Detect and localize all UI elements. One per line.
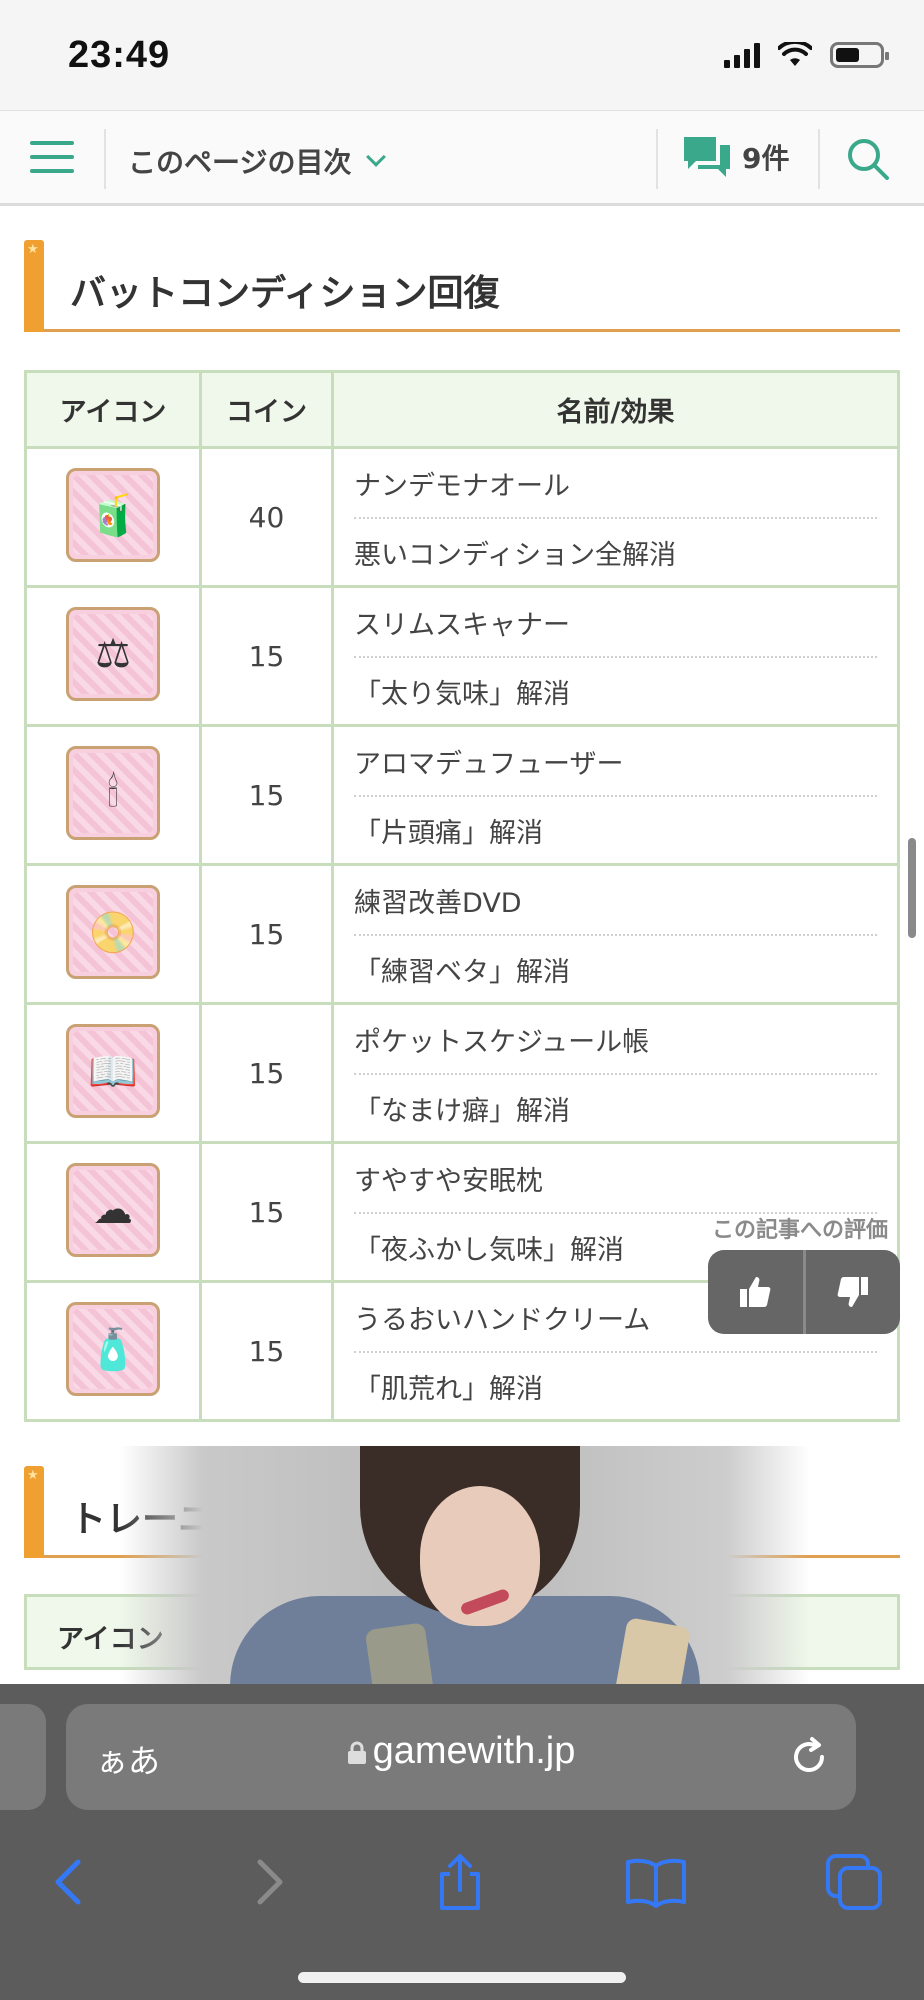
ad-banner-image[interactable]	[120, 1446, 810, 1686]
coin-value: 15	[199, 863, 334, 1005]
home-indicator	[298, 1972, 626, 1983]
item-effect: 「片頭痛」解消	[354, 818, 543, 849]
ad-phone-left	[364, 1622, 436, 1686]
effect-cell: ナンデモナオール 悪いコンディション全解消	[331, 446, 900, 588]
coin-value: 15	[199, 1002, 334, 1144]
browser-toolbar	[0, 1834, 924, 1944]
wifi-icon	[778, 42, 812, 66]
reload-icon[interactable]	[786, 1734, 832, 1780]
tabs-icon[interactable]	[822, 1850, 886, 1914]
effect-cell: アロマデュフューザー 「片頭痛」解消	[331, 724, 900, 866]
heading-accent-bar	[24, 240, 44, 332]
table-row: ⚖ 15 スリムスキャナー 「太り気味」解消	[24, 585, 900, 727]
toc-label: このページの目次	[128, 146, 352, 179]
cellular-signal-icon	[724, 42, 760, 68]
chevron-down-icon	[366, 147, 387, 167]
back-icon[interactable]	[38, 1850, 102, 1914]
item-effect: 「太り気味」解消	[354, 679, 570, 710]
forward-icon[interactable]	[236, 1850, 300, 1914]
icon-cell: 📀	[24, 863, 202, 1005]
coin-value: 15	[199, 724, 334, 866]
site-header: このページの目次 9件	[0, 110, 924, 206]
item-effect: 悪いコンディション全解消	[354, 540, 677, 571]
coin-value: 15	[199, 585, 334, 727]
icon-cell: 🧴	[24, 1280, 202, 1422]
thumbs-down-icon	[837, 1277, 868, 1307]
table-row: 📀 15 練習改善DVD 「練習ベタ」解消	[24, 863, 900, 1005]
status-icons	[724, 42, 889, 68]
effect-cell: スリムスキャナー 「太り気味」解消	[331, 585, 900, 727]
browser-bottom-bar: ぁあ gamewith.jp	[0, 1684, 924, 2000]
previous-tab-peek[interactable]	[0, 1704, 46, 1810]
header-icon: アイコン	[24, 370, 202, 449]
header-coin: コイン	[199, 370, 334, 449]
share-icon[interactable]	[428, 1850, 492, 1914]
scale-icon: ⚖	[66, 607, 160, 701]
rating-widget	[708, 1250, 900, 1334]
coin-value: 15	[199, 1280, 334, 1422]
item-effect: 「肌荒れ」解消	[354, 1374, 543, 1405]
section-title: バットコンディション回復	[70, 273, 500, 314]
table-header-row: アイコン コイン 名前/効果	[24, 370, 900, 449]
coin-value: 40	[199, 446, 334, 588]
page: 23:49 このページの目次 9件 ★ バットコンディション回復 アイコン コイ…	[0, 0, 924, 2000]
section-heading: バットコンディション回復	[24, 240, 900, 332]
bookmarks-icon[interactable]	[624, 1850, 688, 1914]
divider	[818, 129, 820, 189]
diffuser-icon: 🕯	[66, 746, 160, 840]
pillow-icon: ☁	[66, 1163, 160, 1257]
item-name: スリムスキャナー	[354, 589, 877, 658]
item-name: すやすや安眠枕	[354, 1145, 877, 1214]
hand-cream-icon: 🧴	[66, 1302, 160, 1396]
table-row: 🕯 15 アロマデュフューザー 「片頭痛」解消	[24, 724, 900, 866]
item-effect: 「練習ベタ」解消	[354, 957, 570, 988]
thumbs-down-button[interactable]	[802, 1250, 901, 1334]
comments-button[interactable]: 9件	[682, 135, 789, 179]
header-effect: 名前/効果	[331, 370, 900, 449]
hamburger-menu-icon[interactable]	[30, 141, 74, 177]
item-name: アロマデュフューザー	[354, 728, 877, 797]
item-name: ポケットスケジュール帳	[354, 1006, 877, 1075]
table-row: 📖 15 ポケットスケジュール帳 「なまけ癖」解消	[24, 1002, 900, 1144]
item-effect: 「なまけ癖」解消	[354, 1096, 570, 1127]
effect-cell: 練習改善DVD 「練習ベタ」解消	[331, 863, 900, 1005]
icon-cell: ☁	[24, 1141, 202, 1283]
dvd-icon: 📀	[66, 885, 160, 979]
coin-value: 15	[199, 1141, 334, 1283]
comment-icon	[684, 137, 730, 177]
drink-bottle-icon: 🧃	[66, 468, 160, 562]
divider	[656, 129, 658, 189]
heading-accent-bar	[24, 1466, 44, 1558]
icon-cell: ⚖	[24, 585, 202, 727]
icon-cell: 🧃	[24, 446, 202, 588]
rating-label: この記事への評価	[712, 1218, 889, 1243]
status-bar: 23:49	[0, 0, 924, 110]
icon-cell: 🕯	[24, 724, 202, 866]
scrollbar[interactable]	[908, 838, 916, 938]
thumbs-up-icon	[740, 1277, 771, 1307]
url-host-wrap: gamewith.jp	[66, 1730, 856, 1773]
toc-dropdown[interactable]: このページの目次	[128, 141, 387, 181]
comment-count: 9件	[742, 142, 790, 175]
battery-icon	[830, 42, 889, 68]
divider	[104, 129, 106, 189]
url-host: gamewith.jp	[372, 1730, 576, 1772]
notebook-icon: 📖	[66, 1024, 160, 1118]
address-bar[interactable]: ぁあ gamewith.jp	[66, 1704, 856, 1810]
item-name: ナンデモナオール	[354, 450, 877, 519]
search-icon[interactable]	[846, 137, 890, 181]
thumbs-up-button[interactable]	[708, 1250, 803, 1334]
lock-icon	[347, 1741, 366, 1764]
table-row: 🧃 40 ナンデモナオール 悪いコンディション全解消	[24, 446, 900, 588]
effect-cell: ポケットスケジュール帳 「なまけ癖」解消	[331, 1002, 900, 1144]
item-name: 練習改善DVD	[354, 867, 877, 936]
status-time: 23:49	[68, 34, 171, 76]
icon-cell: 📖	[24, 1002, 202, 1144]
